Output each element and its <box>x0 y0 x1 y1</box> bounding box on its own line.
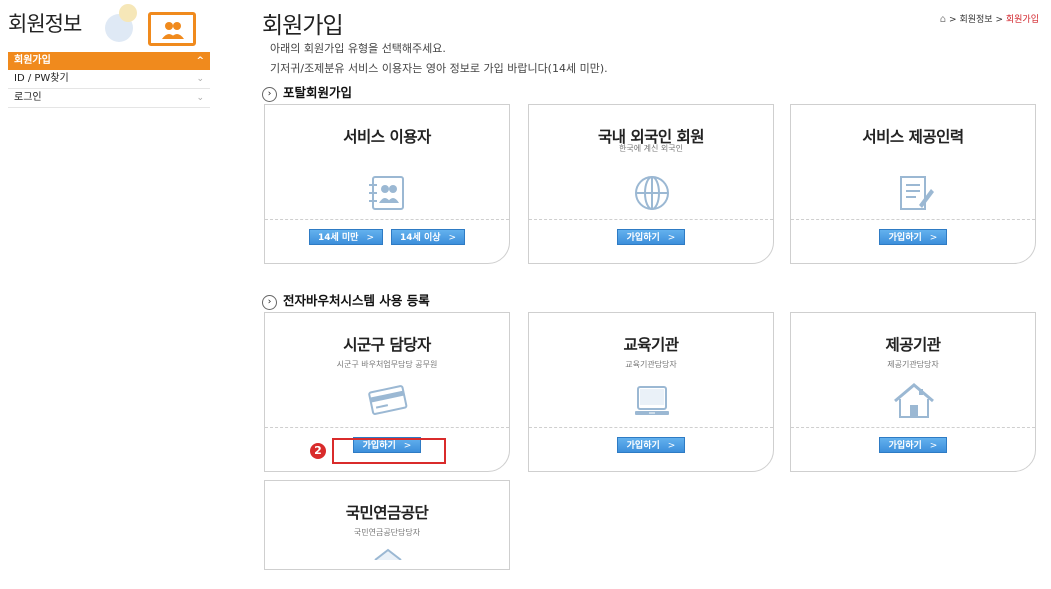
card-title: 서비스 제공인력 <box>862 128 964 146</box>
card-foreign-member: 국내 외국인 회원 한국에 계신 외국인 가입하기 > <box>528 104 774 264</box>
breadcrumb-separator: > <box>995 15 1003 25</box>
signup-foreign-button[interactable]: 가입하기 > <box>617 229 685 245</box>
document-edit-icon <box>889 171 939 215</box>
card-title: 국민연금공단 <box>345 504 429 522</box>
arrow-circle-icon: › <box>262 295 277 310</box>
card-subtitle: 교육기관담당자 <box>625 360 677 369</box>
card-divider <box>791 427 1035 428</box>
sidebar-item-label: ID / PW찾기 <box>14 73 69 84</box>
breadcrumb-separator: > <box>949 15 957 25</box>
contact-book-icon <box>148 12 196 46</box>
card-divider <box>529 427 773 428</box>
sidebar-title: 회원정보 <box>8 12 82 36</box>
breadcrumb-item-member-info[interactable]: 회원정보 <box>959 15 992 25</box>
house-icon <box>889 379 939 423</box>
highlight-box <box>332 438 446 464</box>
intro-text: 기저귀/조제분유 서비스 이용자는 영아 정보로 가입 바랍니다(14세 미만)… <box>270 62 608 75</box>
card-title: 교육기관 <box>623 336 679 354</box>
signup-under-14-button[interactable]: 14세 미만 > <box>308 229 383 245</box>
signup-over-14-button[interactable]: 14세 이상 > <box>391 229 466 245</box>
card-subtitle: 한국에 계신 외국인 <box>619 144 683 153</box>
arrow-circle-icon: › <box>262 87 277 102</box>
card-service-user: 서비스 이용자 14세 미만 > 14세 이상 > <box>264 104 510 264</box>
section-title: › 포탈회원가입 <box>262 82 352 102</box>
card-title: 시군구 담당자 <box>343 336 431 354</box>
card-subtitle: 국민연금공단담당자 <box>353 528 421 537</box>
section-title: › 전자바우처시스템 사용 등록 <box>262 290 430 310</box>
chevron-down-icon: ⌄ <box>196 93 204 103</box>
card-divider <box>265 427 509 428</box>
step-marker: 2 <box>310 443 326 459</box>
monitor-icon <box>627 379 677 423</box>
card-title: 제공기관 <box>885 336 941 354</box>
chevron-up-icon: ^ <box>196 56 204 66</box>
intro-text: 아래의 회원가입 유형을 선택해주세요. <box>270 42 446 55</box>
home-icon[interactable]: ⌂ <box>940 14 946 25</box>
card-divider <box>529 219 773 220</box>
sidebar-menu: 회원가입 ^ ID / PW찾기 ⌄ 로그인 ⌄ <box>8 52 210 108</box>
card-title: 서비스 이용자 <box>343 128 431 146</box>
contact-book-icon <box>363 171 413 215</box>
sidebar-item-label: 로그인 <box>14 92 42 103</box>
sidebar-item-signup[interactable]: 회원가입 ^ <box>8 52 210 70</box>
card-icon <box>363 379 413 423</box>
card-provider-institution: 제공기관 제공기관담당자 가입하기 > <box>790 312 1036 472</box>
signup-provider-button[interactable]: 가입하기 > <box>879 229 947 245</box>
sidebar-item-login[interactable]: 로그인 ⌄ <box>8 89 210 108</box>
breadcrumb: ⌂ > 회원정보 > 회원가입 <box>940 12 1039 25</box>
card-subtitle: 시군구 바우처업무담당 공무원 <box>336 360 438 369</box>
breadcrumb-item-current: 회원가입 <box>1005 15 1039 25</box>
signup-education-button[interactable]: 가입하기 > <box>617 437 685 453</box>
card-service-provider: 서비스 제공인력 가입하기 > <box>790 104 1036 264</box>
card-divider <box>791 219 1035 220</box>
sidebar-item-label: 회원가입 <box>14 55 51 66</box>
sidebar-item-find-id-pw[interactable]: ID / PW찾기 ⌄ <box>8 70 210 89</box>
card-education-institution: 교육기관 교육기관담당자 가입하기 > <box>528 312 774 472</box>
globe-icon <box>627 171 677 215</box>
house-icon <box>363 545 413 589</box>
page-title: 회원가입 <box>262 13 344 39</box>
card-subtitle: 제공기관담당자 <box>887 360 939 369</box>
chevron-down-icon: ⌄ <box>196 74 204 84</box>
signup-provider-institution-button[interactable]: 가입하기 > <box>879 437 947 453</box>
card-divider <box>265 219 509 220</box>
